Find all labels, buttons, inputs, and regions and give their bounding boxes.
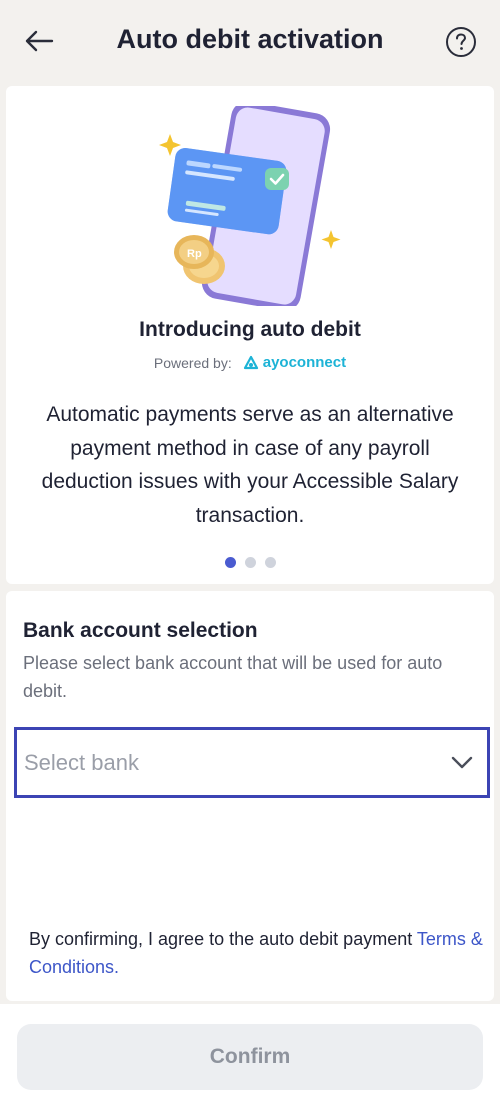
- intro-card: Rp Introducing auto debit Powered by: ay…: [6, 86, 494, 584]
- bank-select-dropdown[interactable]: Select bank: [14, 727, 490, 798]
- powered-by-row: Powered by: ayoconnect: [6, 354, 494, 371]
- powered-by-label: Powered by:: [153, 354, 232, 371]
- bank-section-title: Bank account selection: [23, 619, 258, 642]
- carousel-dot-2[interactable]: [244, 557, 256, 568]
- carousel-indicator: [6, 557, 494, 568]
- question-circle-icon: [446, 27, 476, 57]
- ayoconnect-logo: ayoconnect: [242, 354, 346, 371]
- brand-name: ayoconnect: [262, 354, 347, 371]
- footer-bar: Confirm: [0, 1004, 500, 1109]
- bank-selection-card: Bank account selection Please select ban…: [6, 591, 494, 1001]
- intro-description: Automatic payments serve as an alternati…: [41, 403, 459, 527]
- bank-section-description: Please select bank account that will be …: [23, 653, 443, 701]
- carousel-dot-1[interactable]: [224, 557, 236, 568]
- intro-title: Introducing auto debit: [139, 318, 361, 341]
- chevron-down-icon: [451, 756, 473, 768]
- page-title: Auto debit activation: [116, 24, 384, 54]
- auto-debit-illustration: Rp: [159, 106, 341, 306]
- help-button[interactable]: [444, 25, 478, 59]
- bank-select-placeholder: Select bank: [24, 749, 139, 775]
- app-header: Auto debit activation: [0, 0, 500, 84]
- coin-currency-label: Rp: [187, 248, 202, 260]
- consent-text: By confirming, I agree to the auto debit…: [29, 925, 489, 981]
- ayoconnect-logo-icon: [243, 355, 258, 369]
- confirm-button[interactable]: Confirm: [17, 1024, 483, 1090]
- carousel-dot-3[interactable]: [264, 557, 276, 568]
- consent-statement: By confirming, I agree to the auto debit…: [29, 929, 417, 949]
